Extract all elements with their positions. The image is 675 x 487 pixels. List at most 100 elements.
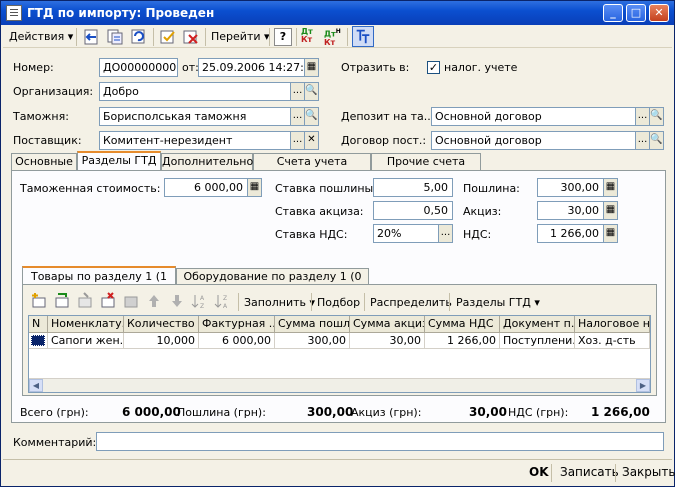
edit-row-icon[interactable]	[76, 292, 94, 310]
duty-label: Пошлина:	[463, 182, 520, 195]
supplier-label: Поставщик:	[13, 134, 82, 147]
structure-icon[interactable]	[352, 26, 374, 47]
scroll-right-icon[interactable]: ▶	[636, 379, 650, 392]
add-row-icon[interactable]	[30, 292, 48, 310]
goto-menu[interactable]: Перейти ▾	[211, 27, 270, 47]
ok-button[interactable]: OK	[529, 465, 549, 479]
number-field[interactable]: ДО000000003	[99, 58, 178, 77]
table-cell[interactable]: 6 000,00	[199, 333, 275, 349]
tab-additional[interactable]: Дополнительно	[161, 153, 253, 170]
distribute-button[interactable]: Распределить	[370, 296, 452, 309]
move-down-icon[interactable]	[168, 292, 186, 310]
tab-main[interactable]: Основные	[11, 153, 77, 170]
row-marker	[31, 335, 45, 346]
contract-search-icon[interactable]: 🔍	[649, 131, 664, 150]
customs-search-icon[interactable]: 🔍	[304, 107, 319, 126]
column-header[interactable]: Сумма НДС	[425, 316, 500, 333]
excise-field[interactable]: 30,00	[537, 201, 604, 220]
column-header[interactable]: Налоговое н...	[575, 316, 650, 333]
deposit-search-icon[interactable]: 🔍	[649, 107, 664, 126]
supplier-field[interactable]: Комитент-нерезидент	[99, 131, 291, 150]
supplier-select-button[interactable]: ...	[290, 131, 305, 150]
save-button[interactable]: Записать	[560, 465, 619, 479]
from-label: от:	[182, 61, 199, 74]
tab-other-accounts[interactable]: Прочие счета учета	[371, 153, 481, 184]
kt-label: Кт	[301, 35, 313, 44]
tab-gtd-sections[interactable]: Разделы ГТД	[77, 151, 161, 171]
back-arrow-icon[interactable]	[82, 28, 100, 46]
gtd-sections-menu[interactable]: Разделы ГТД ▾	[456, 296, 540, 309]
column-header[interactable]: Сумма пошл...	[275, 316, 350, 333]
horizontal-scrollbar[interactable]: ◀ ▶	[29, 378, 650, 392]
close-window-button[interactable]: ✕	[649, 4, 669, 22]
duty-rate-field[interactable]: 5,00	[373, 178, 453, 197]
customs-cost-field[interactable]: 6 000,00	[164, 178, 248, 197]
vat-field[interactable]: 1 266,00	[537, 224, 604, 243]
maximize-button[interactable]: □	[626, 4, 646, 22]
help-button[interactable]: ?	[274, 28, 292, 46]
calculator-icon[interactable]: ▦	[603, 224, 618, 243]
column-header[interactable]: Документ п...	[500, 316, 575, 333]
row-selector[interactable]	[29, 333, 48, 349]
sort-ascending-icon[interactable]: AZ	[191, 292, 209, 310]
post-document-icon[interactable]	[159, 28, 177, 46]
selection-button[interactable]: Подбор	[317, 296, 360, 309]
copy-row-icon[interactable]	[53, 292, 71, 310]
deposit-select-button[interactable]: ...	[635, 107, 650, 126]
calculator-icon[interactable]: ▦	[247, 178, 262, 197]
refresh-document-icon[interactable]	[130, 28, 148, 46]
actions-menu[interactable]: Действия ▾	[9, 27, 73, 47]
column-header[interactable]: N	[29, 316, 48, 333]
delete-row-icon[interactable]	[99, 292, 117, 310]
deposit-field[interactable]: Основной договор	[431, 107, 636, 126]
table-cell[interactable]: Сапоги жен...	[48, 333, 124, 349]
column-header[interactable]: Сумма акциза	[350, 316, 425, 333]
table-cell[interactable]: 30,00	[350, 333, 425, 349]
movements-dt-kt-button[interactable]: Дт Кт	[301, 28, 319, 46]
report-dt-kt-button[interactable]: ДтH Кт	[324, 28, 342, 46]
table-cell[interactable]: Хоз. д-сть	[575, 333, 650, 349]
vat-rate-select-button[interactable]: ...	[438, 224, 453, 243]
duty-field[interactable]: 300,00	[537, 178, 604, 197]
org-field[interactable]: Добро	[99, 82, 291, 101]
move-up-icon[interactable]	[145, 292, 163, 310]
column-header[interactable]: Номенклату...	[48, 316, 124, 333]
excise-total-value: 30,00	[469, 405, 507, 419]
customs-field[interactable]: Борисполськая таможня	[99, 107, 291, 126]
org-search-icon[interactable]: 🔍	[304, 82, 319, 101]
table-cell[interactable]: 1 266,00	[425, 333, 500, 349]
table-cell[interactable]: 300,00	[275, 333, 350, 349]
end-edit-icon[interactable]	[122, 292, 140, 310]
table-cell[interactable]: Поступлени...	[500, 333, 575, 349]
scroll-left-icon[interactable]: ◀	[29, 379, 43, 392]
calculator-icon[interactable]: ▦	[603, 178, 618, 197]
calculator-icon[interactable]: ▦	[603, 201, 618, 220]
tab-equipment-section[interactable]: Оборудование по разделу 1 (0 поз.)	[176, 268, 369, 298]
org-select-button[interactable]: ...	[290, 82, 305, 101]
customs-label: Таможня:	[13, 110, 69, 123]
contract-field[interactable]: Основной договор	[431, 131, 636, 150]
column-header[interactable]: Фактурная ...	[199, 316, 275, 333]
tab-goods-section[interactable]: Товары по разделу 1 (1 поз.)	[22, 266, 176, 300]
vat-rate-field[interactable]: 20%	[373, 224, 439, 243]
table-cell[interactable]: 10,000	[124, 333, 199, 349]
date-field[interactable]: 25.09.2006 14:27:41	[198, 58, 305, 77]
toolbar-separator	[205, 28, 206, 46]
fill-menu[interactable]: Заполнить ▾	[244, 296, 315, 309]
column-header[interactable]: Количество	[124, 316, 199, 333]
supplier-clear-icon[interactable]: ✕	[304, 131, 319, 150]
minimize-button[interactable]: _	[603, 4, 623, 22]
copy-document-icon[interactable]	[106, 28, 124, 46]
sort-descending-icon[interactable]: ZA	[214, 292, 232, 310]
customs-select-button[interactable]: ...	[290, 107, 305, 126]
contract-label: Договор пост.:	[341, 134, 427, 147]
comment-field[interactable]	[96, 432, 664, 451]
calendar-icon[interactable]: ▦	[304, 58, 319, 77]
excise-rate-field[interactable]: 0,50	[373, 201, 453, 220]
unpost-document-icon[interactable]	[182, 28, 200, 46]
toolbar-separator	[269, 28, 270, 46]
close-button[interactable]: Закрыть	[622, 465, 675, 479]
tab-settlement-accounts[interactable]: Счета учета расчетов	[253, 153, 371, 184]
tax-accounting-checkbox[interactable]: ✓	[427, 61, 440, 74]
contract-select-button[interactable]: ...	[635, 131, 650, 150]
